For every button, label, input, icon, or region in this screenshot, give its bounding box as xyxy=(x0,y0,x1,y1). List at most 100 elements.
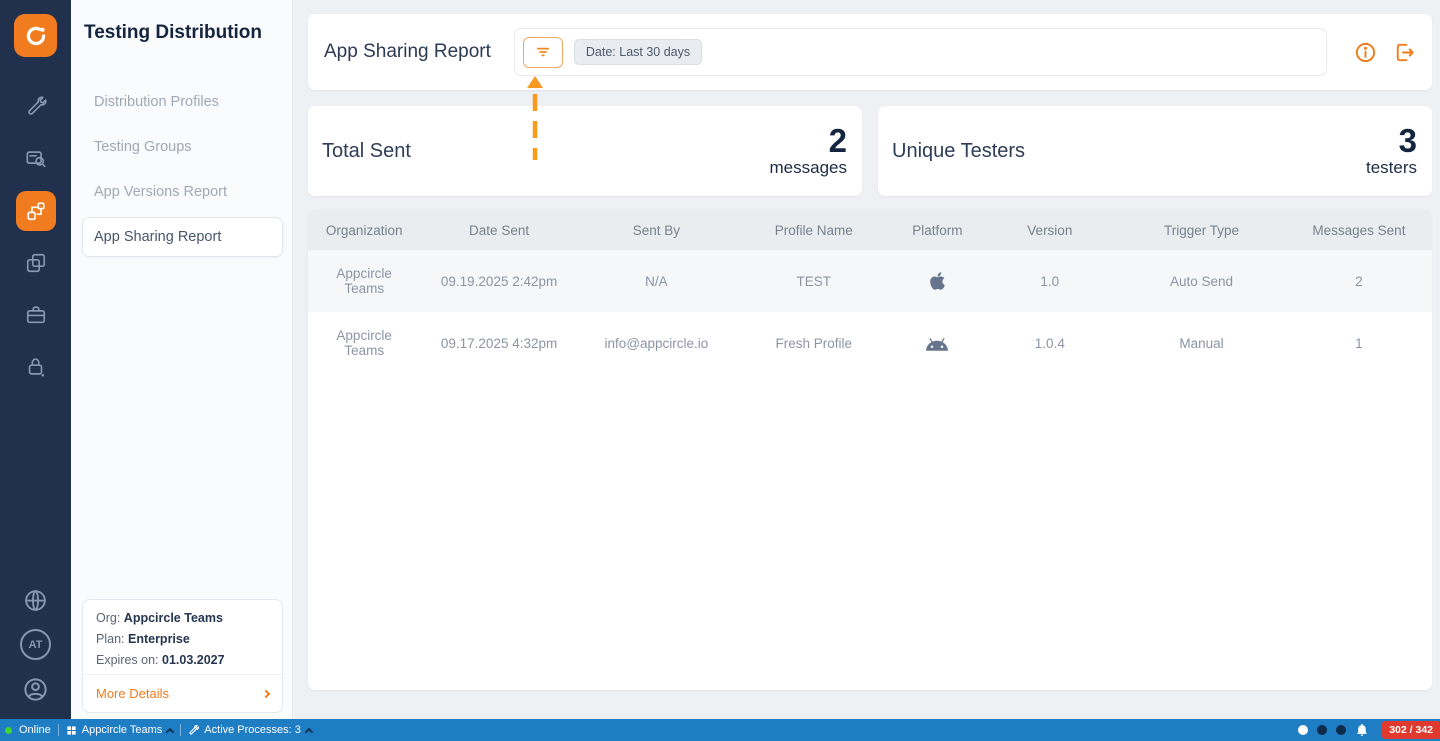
bell-icon[interactable] xyxy=(1355,723,1369,737)
lock-icon xyxy=(28,358,44,377)
sidebar-title: Testing Distribution xyxy=(84,22,263,43)
column-header-organization: Organization xyxy=(308,210,421,250)
report-header-card: App Sharing Report Date: Last 30 days xyxy=(308,14,1432,90)
org-avatar[interactable]: AT xyxy=(20,629,51,660)
sidebar: Testing Distribution Distribution Profil… xyxy=(71,0,293,719)
active-processes-button[interactable]: Active Processes: 3 xyxy=(188,724,314,737)
rail-item-docs-globe[interactable] xyxy=(16,580,56,620)
chevron-up-icon xyxy=(304,727,314,737)
stat-label: Unique Testers xyxy=(892,139,1026,162)
expires-line: Expires on: 01.03.2027 xyxy=(96,653,269,667)
more-details-label: More Details xyxy=(96,686,169,701)
cell-profile-name: TEST xyxy=(735,250,893,312)
stat-unit: messages xyxy=(769,158,847,177)
rail-item-profile[interactable] xyxy=(16,669,56,709)
cell-organization: Appcircle Teams xyxy=(308,250,421,312)
sidebar-item-label: Testing Groups xyxy=(94,139,192,155)
cell-organization: Appcircle Teams xyxy=(308,312,421,374)
rail-item-signing-identities[interactable] xyxy=(16,139,56,179)
org-line: Org: Appcircle Teams xyxy=(96,611,269,625)
cell-date-sent: 09.19.2025 2:42pm xyxy=(420,250,578,312)
plan-line: Plan: Enterprise xyxy=(96,632,269,646)
export-icon[interactable] xyxy=(1392,41,1415,64)
sidebar-item-label: App Versions Report xyxy=(94,184,227,200)
appcircle-logo[interactable] xyxy=(14,14,57,57)
briefcase-icon xyxy=(26,306,45,324)
publish-icon xyxy=(26,253,45,273)
date-filter-chip[interactable]: Date: Last 30 days xyxy=(573,39,703,65)
total-sent-card: Total Sent 2 messages xyxy=(308,106,862,196)
column-header-version: Version xyxy=(982,210,1118,250)
online-label: Online xyxy=(19,724,51,736)
cell-version: 1.0.4 xyxy=(982,312,1118,374)
divider xyxy=(57,724,59,736)
status-bar: Online Appcircle Teams Active Processes:… xyxy=(0,719,1440,741)
statusbar-org-selector[interactable]: Appcircle Teams xyxy=(66,724,175,737)
org-label: Org: xyxy=(96,611,121,625)
statusbar-org-label: Appcircle Teams xyxy=(81,724,163,736)
cell-profile-name: Fresh Profile xyxy=(735,312,893,374)
cell-messages-sent: 2 xyxy=(1285,250,1432,312)
expires-value: 01.03.2027 xyxy=(162,653,225,667)
cell-platform xyxy=(892,312,983,374)
sidebar-item-distribution-profiles[interactable]: Distribution Profiles xyxy=(82,82,283,122)
stat-value-group: 3 testers xyxy=(1366,124,1417,178)
usage-badge[interactable]: 302 / 342 xyxy=(1382,721,1440,739)
column-header-platform: Platform xyxy=(892,210,983,250)
testing-distribution-icon xyxy=(26,202,45,221)
org-grid-icon xyxy=(67,725,76,735)
cell-platform xyxy=(892,250,983,312)
column-header-trigger-type: Trigger Type xyxy=(1117,210,1286,250)
sidebar-item-app-versions-report[interactable]: App Versions Report xyxy=(82,172,283,212)
stat-value: 3 xyxy=(1398,122,1417,159)
wrench-icon xyxy=(27,96,47,115)
status-dot-white xyxy=(1298,725,1309,735)
sidebar-item-label: App Sharing Report xyxy=(94,229,222,245)
info-icon[interactable] xyxy=(1354,41,1377,64)
filter-bar: Date: Last 30 days xyxy=(513,28,1327,76)
sharing-report-table-card: Organization Date Sent Sent By Profile N… xyxy=(308,210,1432,690)
document-search-icon xyxy=(25,151,46,168)
chevron-right-icon xyxy=(261,689,271,698)
plan-value: Enterprise xyxy=(127,632,190,646)
column-header-profile-name: Profile Name xyxy=(735,210,893,250)
expires-label: Expires on: xyxy=(96,653,159,667)
cell-messages-sent: 1 xyxy=(1285,312,1432,374)
divider xyxy=(180,724,182,736)
rail-bottom-group: AT xyxy=(16,580,56,709)
org-value: Appcircle Teams xyxy=(123,611,223,625)
stat-value: 2 xyxy=(828,122,847,159)
module-rail: AT xyxy=(0,0,71,719)
chevron-up-icon xyxy=(166,727,175,737)
android-icon xyxy=(926,337,949,351)
rail-item-enterprise-store[interactable] xyxy=(16,295,56,335)
status-dot-dark xyxy=(1336,725,1347,735)
sidebar-item-app-sharing-report[interactable]: App Sharing Report xyxy=(82,217,283,257)
table-row: Appcircle Teams 09.19.2025 2:42pm N/A TE… xyxy=(308,250,1432,312)
rail-item-publish[interactable] xyxy=(16,243,56,283)
rail-item-build[interactable] xyxy=(16,87,56,127)
cell-trigger-type: Auto Send xyxy=(1117,250,1286,312)
online-status-dot xyxy=(5,726,12,734)
header-action-icons xyxy=(1354,41,1415,64)
org-info-box: Org: Appcircle Teams Plan: Enterprise Ex… xyxy=(82,599,283,713)
stat-value-group: 2 messages xyxy=(770,124,847,178)
unique-testers-card: Unique Testers 3 testers xyxy=(878,106,1432,196)
org-avatar-initials: AT xyxy=(28,638,43,651)
page-title: App Sharing Report xyxy=(324,41,491,62)
sidebar-item-label: Distribution Profiles xyxy=(94,94,219,110)
cell-version: 1.0 xyxy=(982,250,1118,312)
cell-date-sent: 09.17.2025 4:32pm xyxy=(420,312,578,374)
stat-label: Total Sent xyxy=(322,139,411,162)
cell-sent-by: N/A xyxy=(577,250,736,312)
plan-label: Plan: xyxy=(96,632,125,646)
sidebar-item-testing-groups[interactable]: Testing Groups xyxy=(82,127,283,167)
rail-item-license[interactable] xyxy=(16,347,56,387)
filter-button[interactable] xyxy=(522,36,563,68)
more-details-button[interactable]: More Details xyxy=(83,674,282,712)
rail-item-testing-distribution[interactable] xyxy=(15,191,56,231)
column-header-messages-sent: Messages Sent xyxy=(1285,210,1432,250)
stat-unit: testers xyxy=(1365,158,1417,177)
active-processes-label: Active Processes: 3 xyxy=(204,724,301,736)
wrench-icon xyxy=(189,724,200,735)
